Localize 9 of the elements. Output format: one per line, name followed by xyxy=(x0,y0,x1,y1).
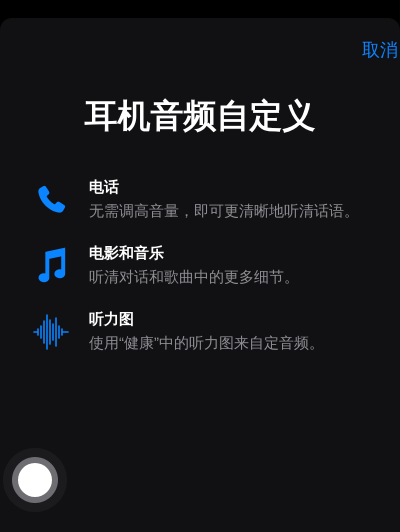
option-title: 电话 xyxy=(89,178,120,198)
page-title: 耳机音频自定义 xyxy=(84,96,316,136)
waveform-icon xyxy=(33,312,69,352)
option-title: 电影和音乐 xyxy=(89,244,165,264)
cancel-button[interactable]: 取消 xyxy=(362,38,398,62)
option-description: 无需调高音量，即可更清晰地听清话语。 xyxy=(89,202,359,222)
option-description: 听清对话和歌曲中的更多细节。 xyxy=(89,268,299,288)
option-description: 使用“健康”中的听力图来自定音频。 xyxy=(89,334,324,354)
option-title: 听力图 xyxy=(89,310,135,330)
